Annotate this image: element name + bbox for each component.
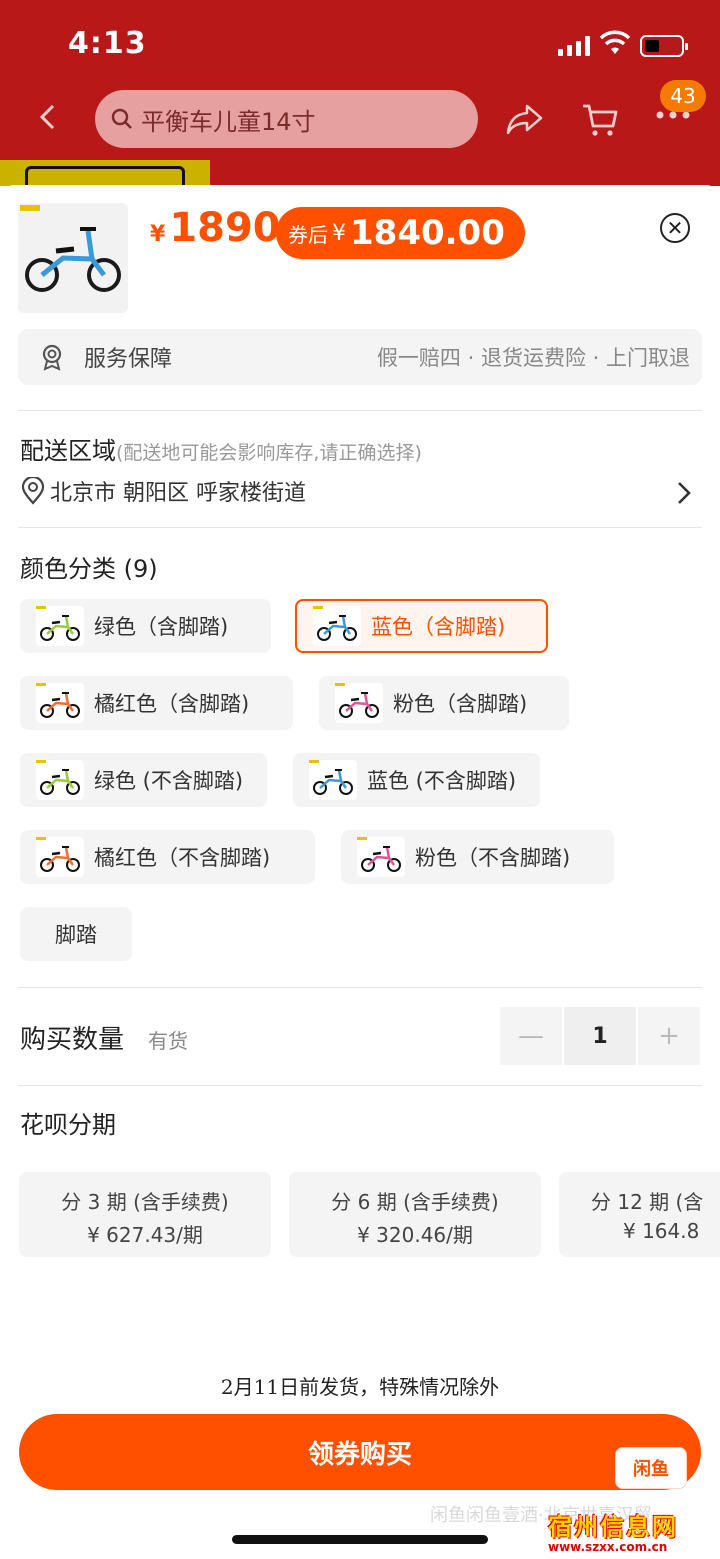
stock-status: 有货 (148, 1029, 188, 1053)
buy-button[interactable]: 领券购买 (19, 1414, 701, 1490)
divider (18, 1085, 702, 1086)
home-indicator[interactable] (232, 1535, 488, 1544)
cart-icon[interactable] (580, 100, 620, 140)
coupon-currency: ¥ (332, 220, 346, 246)
bike-thumbnail (36, 683, 84, 723)
balance-bike-image (20, 205, 121, 292)
bike-thumbnail (313, 606, 361, 646)
installment-terms: 分 3 期 (含手续费) (61, 1190, 229, 1214)
badge-icon (42, 344, 62, 371)
bike-thumbnail (36, 606, 84, 646)
product-thumbnail (18, 203, 128, 313)
color-option[interactable]: 蓝色（含脚踏) (295, 599, 548, 653)
installment-option[interactable]: 分 3 期 (含手续费) ¥ 627.43/期 (19, 1172, 271, 1257)
quantity-value[interactable]: 1 (564, 1007, 636, 1065)
battery-icon (640, 35, 688, 57)
color-option-label: 绿色（含脚踏) (94, 615, 229, 639)
delivery-title: 配送区域(配送地可能会影响库存,请正确选择) (20, 431, 422, 466)
delivery-hint: (配送地可能会影响库存,请正确选择) (116, 442, 422, 464)
installment-option[interactable]: 分 6 期 (含手续费) ¥ 320.46/期 (289, 1172, 541, 1257)
status-time: 4:13 (68, 26, 147, 61)
delivery-address-text: 北京市 朝阳区 呼家楼街道 (50, 481, 306, 506)
color-option[interactable]: 橘红色（不含脚踏) (20, 830, 315, 884)
installment-amount: ¥ 164.8 (623, 1219, 700, 1243)
installment-amount: ¥ 627.43/期 (87, 1223, 203, 1247)
bike-thumbnail (36, 760, 84, 800)
decrement-button[interactable]: — (500, 1007, 562, 1065)
color-option[interactable]: 绿色（含脚踏) (20, 599, 271, 653)
close-button[interactable]: ✕ (660, 213, 690, 243)
price: ¥ 1890 (150, 205, 281, 251)
search-bar[interactable]: 平衡车儿童14寸 (95, 90, 478, 148)
wifi-icon (600, 30, 630, 54)
site-watermark-url: www.szxx.com.cn (548, 1540, 668, 1554)
color-option-label: 脚踏 (55, 923, 97, 947)
bike-thumbnail (357, 837, 405, 877)
xianyu-logo: 闲鱼 (615, 1447, 687, 1489)
installment-terms: 分 12 期 (含 (591, 1190, 704, 1214)
color-option[interactable]: 蓝色 (不含脚踏) (293, 753, 540, 807)
banner-strip (0, 160, 720, 186)
bike-thumbnail (335, 683, 383, 723)
color-option-label: 蓝色（含脚踏) (371, 615, 506, 639)
huabei-title: 花呗分期 (20, 1111, 116, 1139)
color-option-label: 橘红色（含脚踏) (94, 692, 250, 716)
close-icon: ✕ (666, 216, 684, 240)
quantity-stepper: — 1 + (500, 1007, 700, 1065)
divider (18, 527, 702, 528)
cart-badge: 43 (660, 80, 706, 112)
color-option[interactable]: 橘红色（含脚踏) (20, 676, 293, 730)
share-icon[interactable] (505, 102, 545, 136)
color-option[interactable]: 绿色 (不含脚踏) (20, 753, 267, 807)
chevron-right-icon[interactable] (676, 481, 692, 505)
coupon-price-badge: 券后 ¥ 1840.00 (276, 207, 525, 259)
site-watermark: 宿州信息网 www.szxx.com.cn (548, 1507, 698, 1557)
status-bar: 4:13 (0, 0, 720, 90)
color-section-title: 颜色分类 (9) (20, 555, 158, 583)
increment-button[interactable]: + (638, 1007, 700, 1065)
color-option-label: 粉色（含脚踏) (393, 692, 528, 716)
shipping-note: 2月11日前发货，特殊情况除外 (220, 1375, 500, 1399)
search-icon (111, 108, 132, 129)
bike-thumbnail (36, 837, 84, 877)
bike-thumbnail (309, 760, 357, 800)
sku-sheet: ¥ 1890 券后 ¥ 1840.00 ✕ 服务保障 假一赔四 · 退货运费险 … (0, 185, 720, 1559)
brand-logo (25, 166, 185, 186)
color-option-label: 绿色 (不含脚踏) (94, 769, 244, 793)
price-currency: ¥ (150, 222, 166, 247)
divider (18, 410, 702, 411)
installment-terms: 分 6 期 (含手续费) (331, 1190, 499, 1214)
color-option-label: 橘红色（不含脚踏) (94, 846, 271, 870)
color-option[interactable]: 粉色（含脚踏) (319, 676, 569, 730)
price-value: 1890 (169, 205, 281, 251)
service-guarantee[interactable]: 服务保障 假一赔四 · 退货运费险 · 上门取退 (18, 329, 702, 385)
location-pin-icon (21, 477, 45, 505)
signal-icon (558, 36, 590, 56)
color-option[interactable]: 粉色（不含脚踏) (341, 830, 614, 884)
installment-amount: ¥ 320.46/期 (357, 1223, 473, 1247)
divider (18, 987, 702, 988)
delivery-address[interactable]: 北京市 朝阳区 呼家楼街道 (20, 475, 306, 507)
site-watermark-title: 宿州信息网 (548, 1513, 678, 1541)
installment-option[interactable]: 分 12 期 (含 ¥ 164.8 (559, 1172, 720, 1257)
color-option-label: 蓝色 (不含脚踏) (367, 769, 517, 793)
coupon-price-value: 1840.00 (350, 213, 505, 253)
delivery-title-text: 配送区域 (20, 437, 116, 465)
coupon-label: 券后 (288, 222, 328, 247)
quantity-label: 购买数量 (20, 1025, 125, 1055)
color-option[interactable]: 脚踏 (20, 907, 132, 961)
back-icon[interactable] (34, 102, 64, 132)
service-title: 服务保障 (84, 347, 173, 372)
color-option-label: 粉色（不含脚踏) (415, 846, 571, 870)
search-text: 平衡车儿童14寸 (141, 107, 316, 136)
service-detail: 假一赔四 · 退货运费险 · 上门取退 (376, 346, 690, 370)
